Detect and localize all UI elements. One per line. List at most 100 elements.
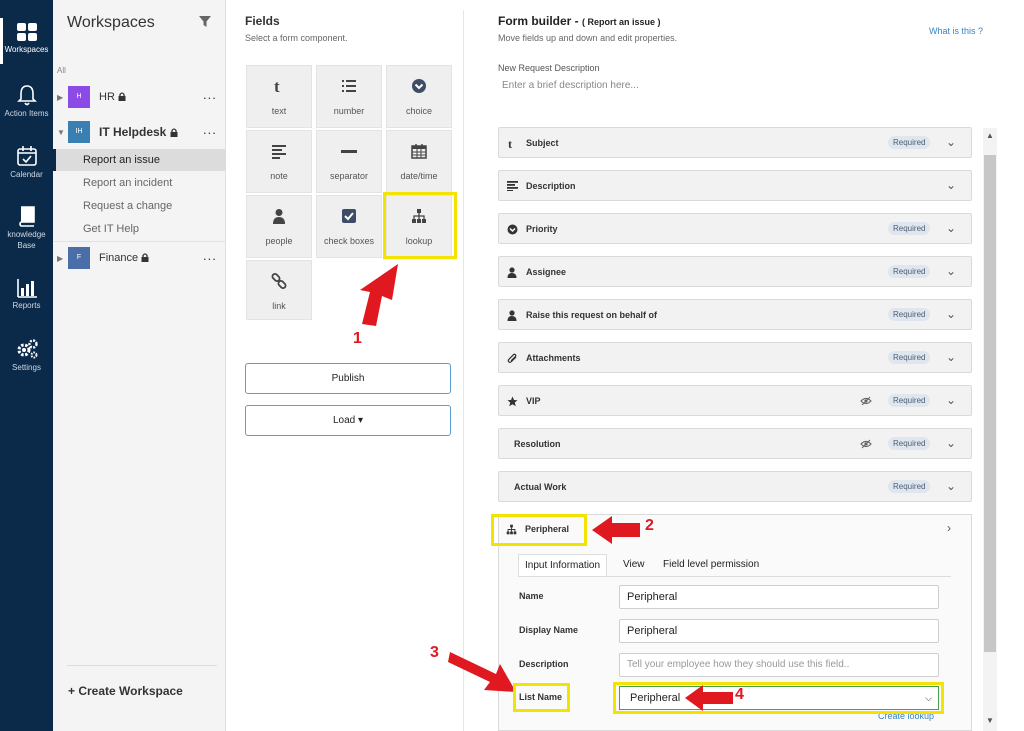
- link-icon: [271, 273, 287, 289]
- chevron-down-icon[interactable]: ⌄: [946, 350, 956, 364]
- tab-view[interactable]: View: [617, 554, 651, 576]
- grid-icon: [16, 23, 37, 41]
- divider: [67, 665, 217, 666]
- chevron-down-icon[interactable]: ⌄: [946, 221, 956, 235]
- field-tile-link[interactable]: link: [246, 260, 312, 320]
- nav-reports[interactable]: Reports: [0, 278, 53, 311]
- publish-button[interactable]: Publish: [245, 363, 451, 394]
- annotation-number: 4: [735, 686, 744, 703]
- workspace-item-get-help[interactable]: Get IT Help: [53, 218, 226, 240]
- expand-icon[interactable]: ▶: [57, 254, 63, 263]
- align-left-icon: [507, 181, 518, 191]
- form-builder-subtitle: Move fields up and down and edit propert…: [498, 33, 678, 43]
- more-options-icon[interactable]: ...: [203, 87, 217, 102]
- field-tile-text[interactable]: t text: [246, 65, 312, 128]
- nav-label: Settings: [12, 363, 41, 372]
- calendar-icon: [411, 144, 427, 159]
- field-tile-note[interactable]: note: [246, 130, 312, 193]
- field-tile-datetime[interactable]: date/time: [386, 130, 452, 193]
- tile-label: number: [333, 106, 365, 116]
- chevron-down-icon[interactable]: ⌄: [946, 436, 956, 450]
- field-tile-checkboxes[interactable]: check boxes: [316, 195, 382, 258]
- name-label: Name: [519, 591, 544, 601]
- chevron-circle-icon: [412, 79, 426, 93]
- required-badge: Required: [888, 480, 931, 493]
- nav-action-items[interactable]: Action Items: [0, 84, 53, 119]
- lock-icon: [118, 92, 126, 101]
- workspace-item-report-incident[interactable]: Report an incident: [53, 172, 226, 194]
- name-input[interactable]: Peripheral: [619, 585, 939, 609]
- description-field-input[interactable]: Tell your employee how they should use t…: [619, 653, 939, 677]
- nav-calendar[interactable]: Calendar: [0, 145, 53, 180]
- field-tile-separator[interactable]: separator: [316, 130, 382, 193]
- display-name-label: Display Name: [519, 625, 579, 635]
- more-options-icon[interactable]: ...: [203, 248, 217, 263]
- red-arrow-icon: [592, 516, 640, 544]
- field-label: VIP: [526, 396, 541, 406]
- annotation-number: 2: [645, 517, 654, 534]
- gears-icon: [17, 339, 38, 359]
- chevron-down-icon[interactable]: ⌄: [946, 135, 956, 149]
- workspace-avatar: IH: [68, 121, 90, 143]
- create-workspace-button[interactable]: + Create Workspace: [68, 684, 183, 698]
- nav-workspaces[interactable]: Workspaces: [0, 18, 53, 64]
- form-field-row[interactable]: Resolution Required ⌄: [498, 428, 972, 459]
- fields-title: Fields: [245, 14, 280, 28]
- workspace-avatar: H: [68, 86, 90, 108]
- field-tile-choice[interactable]: choice: [386, 65, 452, 128]
- calendar-icon: [16, 146, 37, 166]
- form-field-row[interactable]: Actual Work Required ⌄: [498, 471, 972, 502]
- nav-knowledge-base[interactable]: knowledge Base: [0, 205, 53, 251]
- nav-label: Reports: [12, 301, 41, 310]
- workspace-item-request-change[interactable]: Request a change: [53, 195, 226, 217]
- form-field-row[interactable]: VIP Required ⌄: [498, 385, 972, 416]
- filter-icon[interactable]: [198, 15, 212, 28]
- chevron-down-icon[interactable]: ⌄: [946, 479, 956, 493]
- field-tile-people[interactable]: people: [246, 195, 312, 258]
- align-left-icon: [272, 145, 286, 159]
- load-button[interactable]: Load ▾: [245, 405, 451, 436]
- more-options-icon[interactable]: ...: [203, 122, 217, 137]
- eye-slash-icon[interactable]: [860, 439, 872, 449]
- chevron-right-icon[interactable]: ›: [947, 521, 951, 535]
- form-field-row[interactable]: Description ⌄: [498, 170, 972, 201]
- workspace-it-helpdesk[interactable]: ▼ IH IT Helpdesk ...: [53, 116, 226, 148]
- what-is-this-link[interactable]: What is this ?: [929, 26, 983, 36]
- scroll-down-icon[interactable]: ▼: [984, 716, 996, 725]
- bell-icon: [16, 85, 37, 106]
- required-badge: Required: [888, 222, 931, 235]
- tab-input-information[interactable]: Input Information: [518, 554, 608, 576]
- person-icon: [507, 267, 517, 278]
- description-input[interactable]: Enter a brief description here...: [502, 80, 639, 91]
- lock-icon: [141, 253, 149, 262]
- form-field-row[interactable]: Raise this request on behalf of Required…: [498, 299, 972, 330]
- chevron-down-icon[interactable]: ⌄: [946, 178, 956, 192]
- scroll-up-icon[interactable]: ▲: [984, 131, 996, 140]
- workspace-item-report-issue[interactable]: Report an issue: [53, 149, 226, 171]
- form-field-row[interactable]: t Subject Required ⌄: [498, 127, 972, 158]
- tab-field-level-permission[interactable]: Field level permission: [657, 554, 765, 576]
- form-field-row[interactable]: Priority Required ⌄: [498, 213, 972, 244]
- chevron-down-icon[interactable]: ⌄: [946, 307, 956, 321]
- display-name-input[interactable]: Peripheral: [619, 619, 939, 643]
- book-icon: [18, 206, 35, 227]
- eye-slash-icon[interactable]: [860, 396, 872, 406]
- chevron-down-icon[interactable]: ⌄: [946, 393, 956, 407]
- divider: [518, 576, 951, 577]
- expand-icon[interactable]: ▶: [57, 93, 63, 102]
- lock-icon: [170, 128, 178, 137]
- tile-label: check boxes: [323, 236, 375, 246]
- chevron-down-icon[interactable]: ⌄: [946, 264, 956, 278]
- field-label: Assignee: [526, 267, 567, 277]
- scrollbar-thumb[interactable]: [984, 155, 996, 652]
- required-badge: Required: [888, 351, 931, 364]
- workspace-finance[interactable]: ▶ F Finance ...: [53, 241, 226, 273]
- form-field-row[interactable]: Attachments Required ⌄: [498, 342, 972, 373]
- form-field-row[interactable]: Assignee Required ⌄: [498, 256, 972, 287]
- collapse-icon[interactable]: ▼: [57, 128, 65, 137]
- nav-settings[interactable]: Settings: [0, 338, 53, 373]
- red-arrow-icon: [448, 652, 516, 692]
- field-label: Description: [526, 181, 576, 191]
- workspace-hr[interactable]: ▶ H HR ...: [53, 81, 226, 113]
- field-tile-number[interactable]: number: [316, 65, 382, 128]
